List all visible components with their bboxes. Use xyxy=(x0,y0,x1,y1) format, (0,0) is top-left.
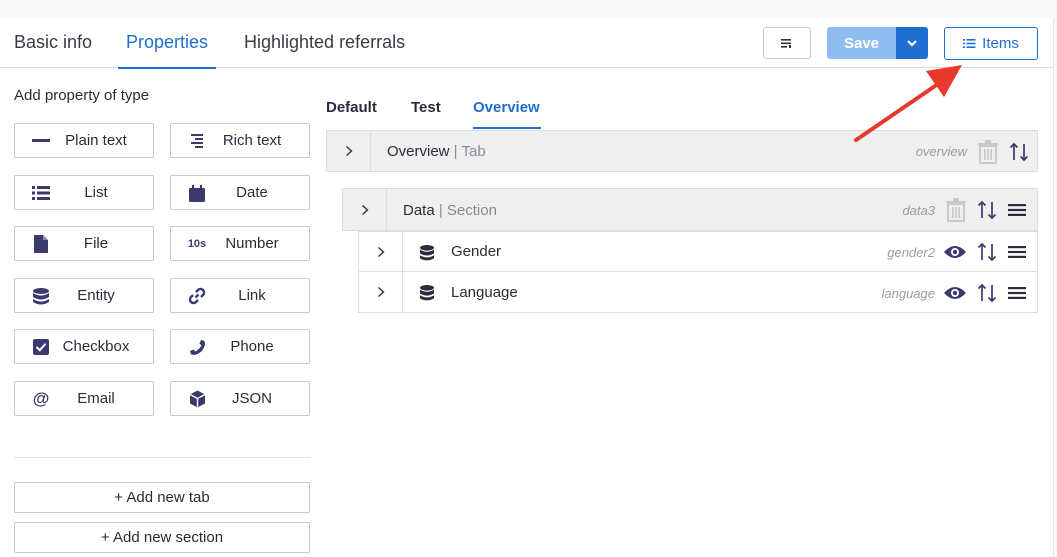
list-icon xyxy=(963,39,976,48)
number-icon: 10s xyxy=(187,238,207,250)
add-link-button[interactable]: Link xyxy=(170,278,310,313)
section-menu-button[interactable] xyxy=(1007,201,1027,219)
database-icon xyxy=(31,287,51,305)
add-entity-button[interactable]: Entity xyxy=(14,278,154,313)
expand-section-toggle[interactable] xyxy=(343,189,387,230)
delete-section-button[interactable] xyxy=(945,197,967,223)
inner-tab-default[interactable]: Default xyxy=(326,99,377,129)
section-row-key: data3 xyxy=(902,203,935,218)
trash-icon xyxy=(946,198,966,222)
expand-field-toggle[interactable] xyxy=(359,232,403,271)
sort-field-handle[interactable] xyxy=(976,241,998,263)
chevron-down-icon xyxy=(907,40,917,47)
database-icon xyxy=(419,244,435,261)
field-menu-button[interactable] xyxy=(1007,243,1027,261)
list-icon xyxy=(31,184,51,202)
chevron-right-icon xyxy=(345,145,353,157)
sort-arrows-icon xyxy=(977,283,997,303)
section-row-type: Section xyxy=(446,202,497,219)
menu-icon xyxy=(1008,246,1026,258)
tab-row-type: Tab xyxy=(461,143,486,160)
tree-tab-row: Overview | Tab overview xyxy=(326,130,1038,172)
phone-icon xyxy=(187,338,207,356)
toggle-visibility-button[interactable] xyxy=(943,283,967,303)
trash-icon xyxy=(978,140,998,164)
tree-field-row-gender: Gender gender2 xyxy=(358,231,1038,272)
eye-icon xyxy=(944,287,966,299)
save-button[interactable]: Save xyxy=(827,27,896,59)
text-lines-icon xyxy=(781,39,791,48)
tab-row-title: Overview xyxy=(387,143,450,160)
tab-basic-info[interactable]: Basic info xyxy=(14,32,92,68)
add-rich-text-button[interactable]: Rich text xyxy=(170,123,310,158)
tab-row-key: overview xyxy=(915,144,967,159)
file-icon xyxy=(31,235,51,253)
delete-tab-button[interactable] xyxy=(977,139,999,165)
add-plain-text-button[interactable]: Plain text xyxy=(14,123,154,158)
add-json-button[interactable]: JSON xyxy=(170,381,310,416)
tab-row-name: Overview | Tab xyxy=(387,143,486,160)
add-new-section-button[interactable]: + Add new section xyxy=(14,522,310,553)
field-name: Language xyxy=(451,284,518,301)
toggle-visibility-button[interactable] xyxy=(943,242,967,262)
eye-icon xyxy=(944,246,966,258)
save-dropdown-button[interactable] xyxy=(896,27,928,59)
sort-arrows-icon xyxy=(1009,142,1029,162)
sort-arrows-icon xyxy=(977,242,997,262)
top-tab-bar: Basic info Properties Highlighted referr… xyxy=(0,18,1054,69)
items-button-label: Items xyxy=(982,35,1019,52)
sort-tab-handle[interactable] xyxy=(1008,141,1030,163)
field-name: Gender xyxy=(451,243,502,260)
database-icon xyxy=(419,284,435,301)
tree-field-row-language: Language language xyxy=(358,271,1038,313)
expand-field-toggle[interactable] xyxy=(359,272,403,312)
expand-tab-toggle[interactable] xyxy=(327,131,371,171)
add-email-button[interactable]: @ Email xyxy=(14,381,154,416)
checkbox-icon xyxy=(31,338,51,356)
add-number-button[interactable]: 10s Number xyxy=(170,226,310,261)
add-file-button[interactable]: File xyxy=(14,226,154,261)
field-key: gender2 xyxy=(887,245,935,260)
calendar-icon xyxy=(187,184,207,202)
sort-arrows-icon xyxy=(977,200,997,220)
menu-icon xyxy=(1008,204,1026,216)
field-menu-button[interactable] xyxy=(1007,284,1027,302)
chevron-right-icon xyxy=(377,286,385,298)
section-row-name: Data | Section xyxy=(403,202,497,219)
chevron-right-icon xyxy=(377,246,385,257)
minus-icon xyxy=(31,132,51,150)
chevron-right-icon xyxy=(361,204,369,215)
inner-tab-test[interactable]: Test xyxy=(411,99,441,129)
tree-section-row: Data | Section data3 xyxy=(342,188,1038,231)
at-icon: @ xyxy=(32,389,50,408)
add-date-button[interactable]: Date xyxy=(170,175,310,210)
add-new-tab-button[interactable]: + Add new tab xyxy=(14,482,310,513)
items-button[interactable]: Items xyxy=(944,27,1038,60)
tab-properties[interactable]: Properties xyxy=(117,32,217,69)
field-key: language xyxy=(881,286,936,301)
sort-section-handle[interactable] xyxy=(976,199,998,221)
link-icon xyxy=(187,287,207,305)
add-list-button[interactable]: List xyxy=(14,175,154,210)
format-button[interactable] xyxy=(763,27,811,59)
section-row-title: Data xyxy=(403,202,435,219)
left-divider xyxy=(14,457,310,458)
add-checkbox-button[interactable]: Checkbox xyxy=(14,329,154,364)
add-property-title: Add property of type xyxy=(14,87,150,104)
add-phone-button[interactable]: Phone xyxy=(170,329,310,364)
tab-highlighted-referrals[interactable]: Highlighted referrals xyxy=(244,32,405,68)
cube-icon xyxy=(187,390,207,408)
inner-tab-overview[interactable]: Overview xyxy=(473,99,541,129)
align-right-icon xyxy=(187,132,207,150)
sort-field-handle[interactable] xyxy=(976,282,998,304)
menu-icon xyxy=(1008,287,1026,299)
properties-page: Basic info Properties Highlighted referr… xyxy=(0,18,1054,557)
